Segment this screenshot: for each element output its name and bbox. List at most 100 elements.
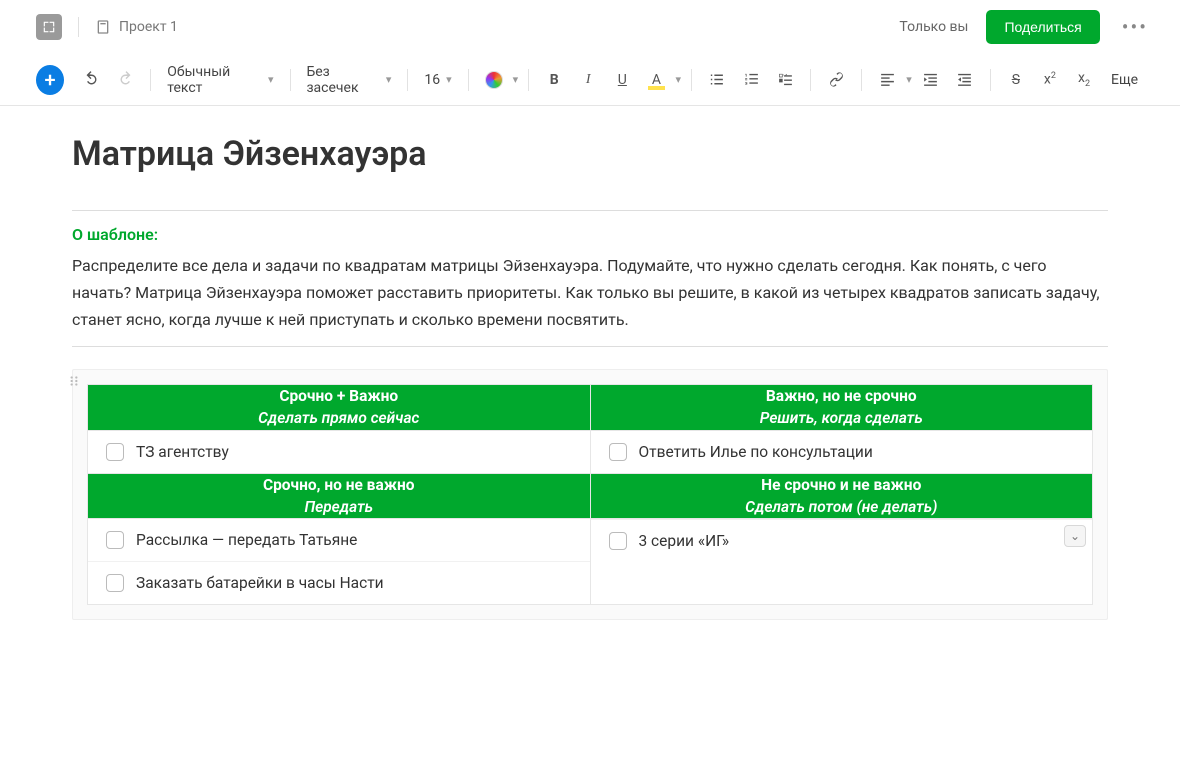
drag-handle[interactable] [65,372,83,390]
bold-icon: B [550,72,559,88]
task-row[interactable]: Ответить Илье по консультации [591,431,1093,473]
task-text[interactable]: Заказать батарейки в часы Насти [136,574,384,592]
strikethrough-icon: S [1012,72,1020,88]
notebook-icon [95,19,111,35]
checkbox[interactable] [106,443,124,461]
task-row[interactable]: Рассылка — передать Татьяне [88,519,590,561]
divider [407,69,408,91]
outdent-button[interactable] [950,64,980,96]
checkbox[interactable] [106,574,124,592]
add-button[interactable]: + [36,65,64,95]
task-text[interactable]: 3 серии «ИГ» [639,532,730,550]
numbered-list-icon [743,71,760,88]
align-left-icon [879,71,896,88]
quadrant-4-cell[interactable]: ⌄ 3 серии «ИГ» [590,519,1093,605]
chevron-down-icon[interactable]: ▾ [513,73,519,86]
divider [150,69,151,91]
chevron-down-icon: ▾ [268,73,274,86]
task-text[interactable]: ТЗ агентству [136,443,229,461]
divider [72,210,1108,211]
subscript-icon: x2 [1078,70,1090,89]
highlight-icon: A [648,72,665,88]
eisenhower-matrix: Срочно + Важно Сделать прямо сейчас Важн… [87,384,1093,606]
top-header: Проект 1 Только вы Поделиться ••• [0,0,1180,54]
chevron-down-icon[interactable]: ▾ [906,73,912,86]
subscript-button[interactable]: x2 [1069,64,1099,96]
underline-button[interactable]: U [607,64,637,96]
divider [691,69,692,91]
task-row[interactable]: Заказать батарейки в часы Насти [88,561,590,604]
bulleted-list-icon [708,71,725,88]
checkbox[interactable] [106,531,124,549]
template-description[interactable]: Распределите все дела и задачи по квадра… [72,252,1108,334]
indent-icon [922,71,939,88]
template-heading[interactable]: О шаблоне: [72,225,1108,244]
paragraph-style-select[interactable]: Обычный текст ▾ [161,60,279,100]
divider [810,69,811,91]
toolbar: + Обычный текст ▾ Без засечек ▾ 16 ▾ ▾ B… [0,54,1180,106]
checklist-button[interactable] [770,64,800,96]
page-title[interactable]: Матрица Эйзенхауэра [72,134,1108,174]
indent-button[interactable] [916,64,946,96]
quadrant-3-header[interactable]: Срочно, но не важно Передать [88,473,591,519]
divider [468,69,469,91]
superscript-button[interactable]: x2 [1035,64,1065,96]
share-button[interactable]: Поделиться [986,10,1099,44]
chevron-down-icon: ▾ [446,73,452,86]
quadrant-1-cell[interactable]: ТЗ агентству [88,430,591,473]
chevron-down-icon: ⌄ [1070,529,1080,543]
cell-options-button[interactable]: ⌄ [1064,525,1086,547]
more-menu-button[interactable]: ••• [1118,15,1152,39]
link-button[interactable] [821,64,851,96]
breadcrumb[interactable]: Проект 1 [95,19,178,35]
italic-button[interactable]: I [573,64,603,96]
chevron-down-icon[interactable]: ▾ [675,73,681,86]
chevron-down-icon: ▾ [386,73,392,86]
font-family-select[interactable]: Без засечек ▾ [300,60,397,100]
document-body[interactable]: Матрица Эйзенхауэра О шаблоне: Распредел… [0,106,1180,620]
divider [78,17,79,37]
color-wheel-icon [485,71,503,89]
task-row[interactable]: 3 серии «ИГ» [591,519,1093,562]
task-row[interactable]: ТЗ агентству [88,431,590,473]
outdent-icon [956,71,973,88]
breadcrumb-label: Проект 1 [119,19,178,35]
divider [861,69,862,91]
divider [290,69,291,91]
font-size-select[interactable]: 16 ▾ [418,68,457,92]
quadrant-1-header[interactable]: Срочно + Важно Сделать прямо сейчас [88,384,591,430]
bulleted-list-button[interactable] [702,64,732,96]
more-tools-button[interactable]: Еще [1103,68,1144,92]
link-icon [828,71,845,88]
divider [990,69,991,91]
quadrant-3-cell[interactable]: Рассылка — передать Татьяне Заказать бат… [88,519,591,605]
quadrant-2-cell[interactable]: Ответить Илье по консультации [590,430,1093,473]
checkbox[interactable] [609,443,627,461]
underline-icon: U [618,72,627,88]
header-right: Только вы Поделиться ••• [899,10,1152,44]
checkbox[interactable] [609,532,627,550]
undo-icon [83,71,100,88]
collapse-sidebar-button[interactable] [36,14,62,40]
collapse-icon [42,20,56,34]
text-color-button[interactable] [479,64,509,96]
strikethrough-button[interactable]: S [1001,64,1031,96]
task-text[interactable]: Ответить Илье по консультации [639,443,873,461]
undo-button[interactable] [76,64,106,96]
task-text[interactable]: Рассылка — передать Татьяне [136,531,357,549]
divider [72,346,1108,347]
quadrant-2-header[interactable]: Важно, но не срочно Решить, когда сделат… [590,384,1093,430]
align-left-button[interactable] [872,64,902,96]
bold-button[interactable]: B [539,64,569,96]
quadrant-4-header[interactable]: Не срочно и не важно Сделать потом (не д… [590,473,1093,519]
redo-button[interactable] [110,64,140,96]
redo-icon [117,71,134,88]
superscript-icon: x2 [1044,71,1056,88]
visibility-label[interactable]: Только вы [899,19,968,35]
checklist-icon [777,71,794,88]
italic-icon: I [586,72,591,88]
numbered-list-button[interactable] [736,64,766,96]
matrix-table-block[interactable]: Срочно + Важно Сделать прямо сейчас Важн… [72,369,1108,621]
divider [528,69,529,91]
highlight-button[interactable]: A [641,64,671,96]
